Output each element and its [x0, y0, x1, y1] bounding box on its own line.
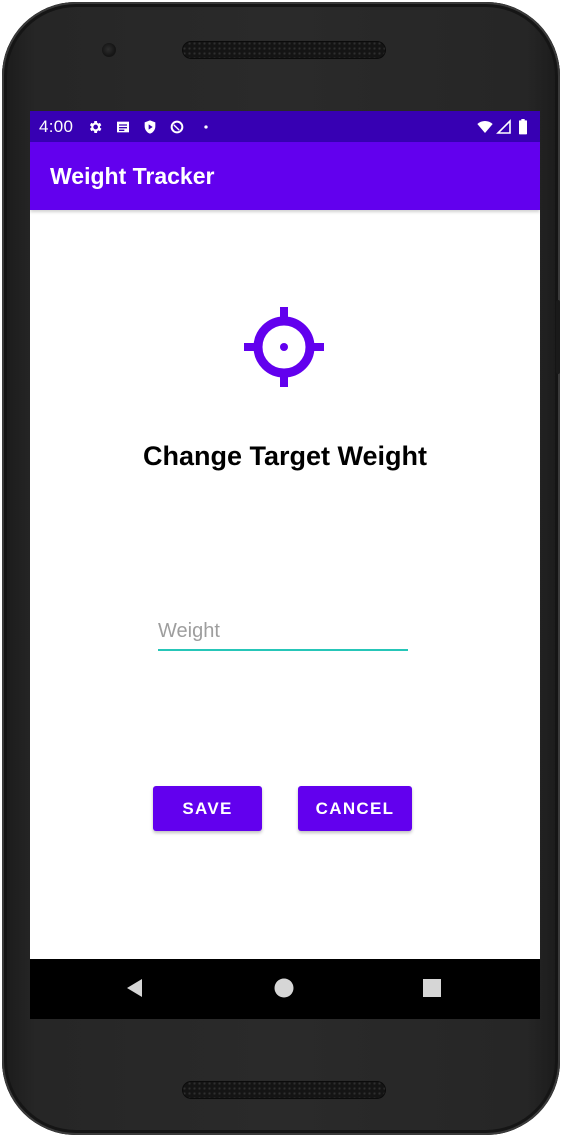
weight-input[interactable]: [158, 613, 408, 651]
app-bar: Weight Tracker: [30, 142, 540, 210]
gear-icon: [89, 121, 102, 133]
screen: 4:00 Weight Tracker Change Target Weight…: [30, 111, 540, 1019]
app-title: Weight Tracker: [50, 163, 215, 189]
earpiece-speaker: [182, 41, 386, 59]
cancel-button[interactable]: CANCEL: [298, 786, 412, 831]
status-bar: 4:00: [30, 111, 540, 142]
battery-icon: [519, 119, 527, 135]
front-camera: [102, 43, 116, 57]
recents-icon[interactable]: [420, 976, 444, 1000]
save-button[interactable]: SAVE: [153, 786, 262, 831]
shield-icon: [144, 120, 156, 134]
bottom-speaker: [182, 1081, 386, 1099]
home-icon[interactable]: [272, 976, 296, 1000]
navigation-bar: [30, 959, 540, 1019]
back-icon[interactable]: [123, 976, 147, 1000]
dot-icon: [204, 125, 208, 129]
page-heading: Change Target Weight: [142, 441, 427, 471]
notification-list-icon: [117, 121, 129, 133]
signal-icon: [496, 119, 511, 134]
phone-frame: 4:00 Weight Tracker Change Target Weight…: [2, 2, 560, 1135]
target-icon: [244, 307, 324, 387]
side-button: [556, 300, 560, 374]
wifi-icon: [477, 121, 493, 133]
data-saver-icon: [170, 120, 184, 134]
status-time: 4:00: [39, 117, 74, 136]
